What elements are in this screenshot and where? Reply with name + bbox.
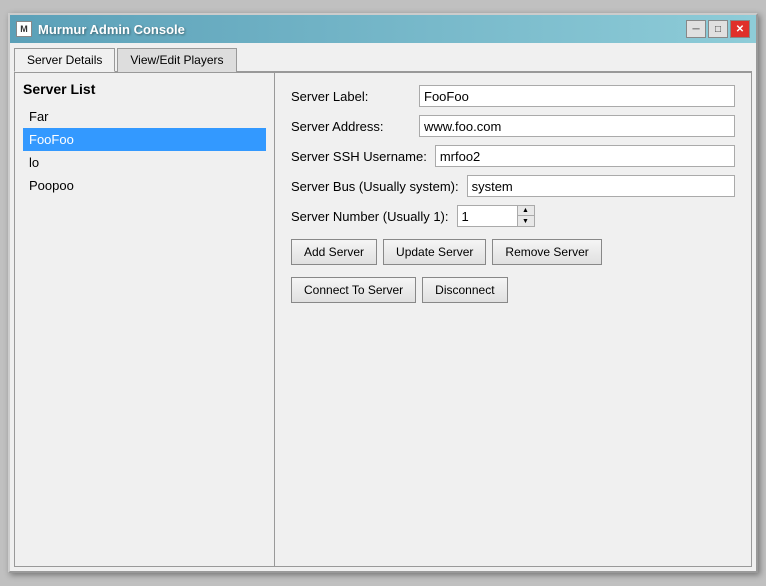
server-number-row: Server Number (Usually 1): ▲ ▼ xyxy=(291,205,735,227)
add-server-button[interactable]: Add Server xyxy=(291,239,377,265)
remove-server-button[interactable]: Remove Server xyxy=(492,239,601,265)
title-bar: M Murmur Admin Console ─ □ ✕ xyxy=(10,15,756,43)
button-row-2: Connect To Server Disconnect xyxy=(291,277,735,303)
tab-bar: Server Details View/Edit Players xyxy=(14,47,752,72)
server-bus-row: Server Bus (Usually system): xyxy=(291,175,735,197)
sidebar: Server List Far FooFoo lo Poopoo xyxy=(15,73,275,566)
server-address-value xyxy=(419,115,735,137)
update-server-button[interactable]: Update Server xyxy=(383,239,486,265)
server-label-row: Server Label: xyxy=(291,85,735,107)
server-item-poopoo[interactable]: Poopoo xyxy=(23,174,266,197)
server-ssh-label: Server SSH Username: xyxy=(291,149,427,164)
close-button[interactable]: ✕ xyxy=(730,20,750,38)
server-address-row: Server Address: xyxy=(291,115,735,137)
disconnect-button[interactable]: Disconnect xyxy=(422,277,507,303)
number-spinners: ▲ ▼ xyxy=(517,205,535,227)
server-address-label: Server Address: xyxy=(291,119,411,134)
spinner-up-button[interactable]: ▲ xyxy=(518,206,534,216)
tab-server-details[interactable]: Server Details xyxy=(14,48,115,72)
main-area: Server List Far FooFoo lo Poopoo Server … xyxy=(14,72,752,567)
window-title: Murmur Admin Console xyxy=(38,22,185,37)
server-label-value xyxy=(419,85,735,107)
server-address-input[interactable] xyxy=(419,115,735,137)
app-icon: M xyxy=(16,21,32,37)
server-number-label: Server Number (Usually 1): xyxy=(291,209,449,224)
server-item-lo[interactable]: lo xyxy=(23,151,266,174)
sidebar-title: Server List xyxy=(23,81,266,97)
spinner-down-button[interactable]: ▼ xyxy=(518,216,534,226)
minimize-button[interactable]: ─ xyxy=(686,20,706,38)
server-label-input[interactable] xyxy=(419,85,735,107)
details-panel: Server Label: Server Address: Server SSH… xyxy=(275,73,751,566)
server-number-wrap: ▲ ▼ xyxy=(457,205,535,227)
window-content: Server Details View/Edit Players Server … xyxy=(10,43,756,571)
server-number-input[interactable] xyxy=(457,205,517,227)
server-item-foofoo[interactable]: FooFoo xyxy=(23,128,266,151)
server-bus-input[interactable] xyxy=(467,175,735,197)
server-ssh-value xyxy=(435,145,735,167)
server-ssh-row: Server SSH Username: xyxy=(291,145,735,167)
server-bus-value xyxy=(467,175,735,197)
tab-view-edit-players[interactable]: View/Edit Players xyxy=(117,48,236,72)
title-bar-left: M Murmur Admin Console xyxy=(16,21,185,37)
title-buttons: ─ □ ✕ xyxy=(686,20,750,38)
button-row-1: Add Server Update Server Remove Server xyxy=(291,239,735,265)
main-window: M Murmur Admin Console ─ □ ✕ Server Deta… xyxy=(8,13,758,573)
server-label-label: Server Label: xyxy=(291,89,411,104)
connect-to-server-button[interactable]: Connect To Server xyxy=(291,277,416,303)
server-bus-label: Server Bus (Usually system): xyxy=(291,179,459,194)
maximize-button[interactable]: □ xyxy=(708,20,728,38)
server-item-far[interactable]: Far xyxy=(23,105,266,128)
server-ssh-input[interactable] xyxy=(435,145,735,167)
